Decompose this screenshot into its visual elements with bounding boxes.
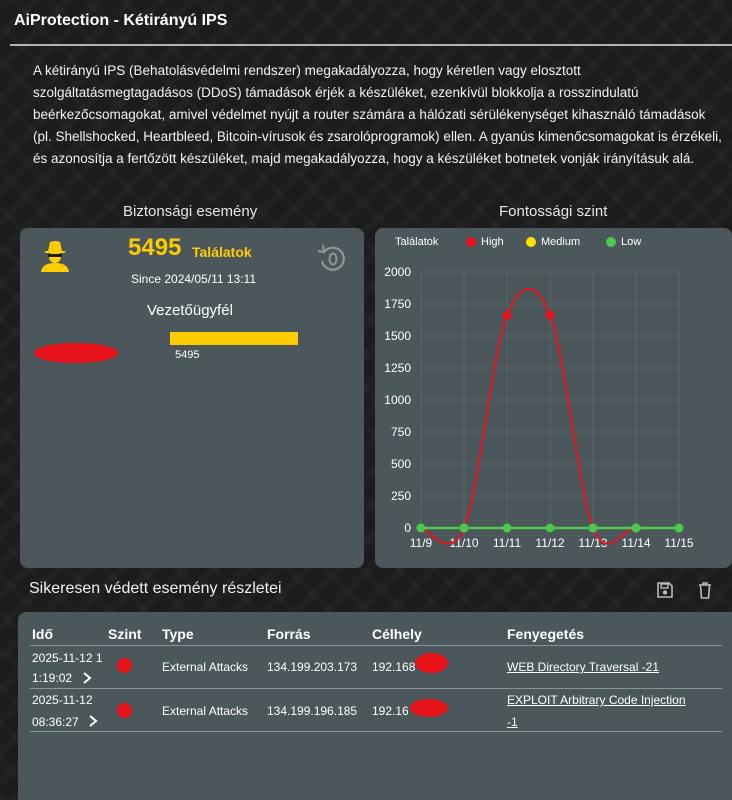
row-destination: 192.16 — [372, 704, 409, 718]
y-tick-label: 1250 — [384, 361, 411, 375]
redacted-client-name — [34, 343, 118, 363]
severity-high-icon — [117, 658, 132, 673]
hits-label: Találatok — [192, 244, 252, 260]
redacted-destination — [415, 653, 448, 673]
y-tick-label: 250 — [391, 489, 411, 503]
low-point — [416, 523, 426, 533]
top-client-title: Vezetőügyfél — [147, 302, 233, 319]
security-event-panel: 5495 Találatok Since 2024/05/11 13:11 Ve… — [20, 228, 364, 568]
page-title: AiProtection - Kétirányú IPS — [14, 12, 228, 29]
high-point — [502, 311, 512, 321]
column-severity[interactable]: Szint — [108, 626, 141, 642]
top-client-hits: 5495 — [175, 349, 200, 361]
header-divider — [30, 645, 722, 646]
event-details-table: Idő Szint Type Forrás Célhely Fenyegetés… — [18, 612, 732, 800]
low-point — [588, 523, 598, 533]
row-threat-link[interactable]: WEB Directory Traversal -21 — [507, 660, 659, 674]
since-timestamp: Since 2024/05/11 13:11 — [131, 272, 256, 286]
row-divider — [30, 731, 722, 732]
low-point — [631, 523, 641, 533]
y-tick-label: 1500 — [384, 329, 411, 343]
y-tick-label: 750 — [391, 425, 411, 439]
redacted-destination — [410, 699, 448, 717]
row-time-date: 2025-11-12 — [32, 693, 93, 707]
column-type[interactable]: Type — [162, 626, 194, 642]
column-threat[interactable]: Fenyegetés — [507, 626, 584, 642]
row-source: 134.199.196.185 — [267, 704, 358, 718]
row-source: 134.199.203.173 — [267, 660, 358, 674]
x-tick-label: 11/15 — [664, 536, 693, 550]
y-tick-label: 500 — [391, 457, 411, 471]
x-tick-label: 11/12 — [535, 536, 564, 550]
hacker-icon — [41, 241, 69, 272]
row-type: External Attacks — [162, 660, 249, 674]
security-event-title: Biztonsági esemény — [123, 203, 258, 220]
row-time-date: 2025-11-12 1 — [32, 651, 103, 665]
column-destination[interactable]: Célhely — [372, 626, 422, 642]
row-divider — [30, 688, 722, 689]
expand-chevron-icon[interactable] — [82, 672, 92, 684]
expand-chevron-icon[interactable] — [88, 715, 98, 727]
low-point — [674, 523, 684, 533]
x-tick-label: 11/11 — [493, 536, 522, 550]
row-time-clock: 08:36:27 — [32, 715, 79, 729]
y-tick-label: 2000 — [384, 265, 411, 279]
row-type: External Attacks — [162, 704, 249, 718]
column-time[interactable]: Idő — [32, 626, 53, 642]
low-point — [545, 523, 555, 533]
y-tick-label: 1750 — [384, 297, 411, 311]
low-point — [459, 523, 469, 533]
trash-icon[interactable] — [695, 580, 715, 600]
high-point — [545, 310, 555, 320]
severity-chart-panel: Találatok High Medium Low 0 250 500 750 1000… — [375, 228, 732, 568]
reset-counter-icon[interactable] — [315, 242, 349, 276]
protected-events-title: Sikeresen védett esemény részletei — [29, 580, 282, 597]
x-tick-label: 11/14 — [621, 536, 650, 550]
y-tick-label: 0 — [404, 521, 411, 535]
save-icon[interactable] — [655, 580, 675, 600]
severity-line-chart: 02505007501000125015001750200011/9 11/10 1… — [384, 265, 694, 550]
top-client-bar — [170, 332, 298, 345]
y-tick-label: 1000 — [384, 393, 411, 407]
severity-level-title: Fontossági szint — [499, 203, 608, 220]
hits-count: 5495 — [128, 234, 182, 261]
x-tick-label: 11/9 — [410, 536, 433, 550]
row-destination: 192.168 — [372, 660, 416, 674]
ips-description: A kétirányú IPS (Behatolásvédelmi rendsz… — [33, 63, 722, 166]
row-threat-link-cont[interactable]: -1 — [507, 715, 518, 729]
low-point — [502, 523, 512, 533]
severity-high-icon — [117, 703, 132, 718]
title-divider — [10, 44, 732, 46]
row-time-clock: 1:19:02 — [32, 671, 73, 685]
row-threat-link[interactable]: EXPLOIT Arbitrary Code Injection — [507, 693, 686, 707]
column-source[interactable]: Forrás — [267, 626, 311, 642]
